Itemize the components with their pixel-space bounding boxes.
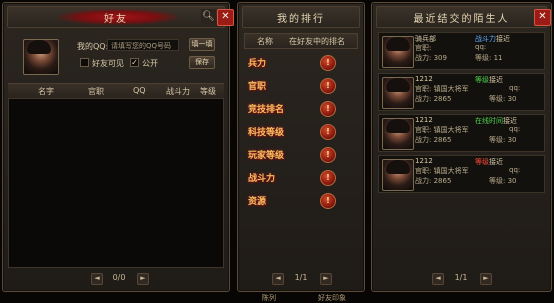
rank-label: 竞技排名 [248, 105, 285, 115]
column-qq[interactable]: QQ [133, 86, 146, 95]
stranger-level: 等级: 11 [475, 54, 503, 62]
stranger-qq: qq: [509, 166, 521, 174]
bottom-tab-right[interactable]: 好友印象 [318, 293, 346, 303]
prev-page-button[interactable]: ◄ [272, 273, 284, 285]
stranger-qq: qq: [475, 43, 487, 51]
stranger-name: 1212 [415, 157, 433, 165]
rank-row-official: 官职 ! [246, 76, 356, 96]
next-page-button[interactable]: ► [480, 273, 492, 285]
ranking-column-header: 名称 在好友中的排名 [244, 33, 358, 49]
ranking-titlebar: 我的排行 [242, 6, 360, 28]
stranger-level: 等级: 30 [489, 95, 517, 103]
stranger-avatar [382, 118, 414, 150]
friends-column-header: 名字 官职 QQ 战斗力 等级 [8, 83, 224, 99]
column-rank[interactable]: 官职 [88, 86, 104, 97]
ranking-pager: ◄ 1/1 ► [238, 273, 364, 285]
rank-info-icon[interactable]: ! [320, 193, 336, 209]
stranger-avatar [382, 36, 414, 68]
stranger-avatar [382, 159, 414, 191]
stranger-rank: 官职: 镇国大将军 [415, 85, 469, 93]
rank-info-icon[interactable]: ! [320, 124, 336, 140]
next-page-button[interactable]: ► [137, 273, 149, 285]
friends-title: 好友 [104, 14, 128, 25]
stranger-match-reason: 等级接近 [475, 158, 503, 166]
close-button[interactable]: ✕ [534, 9, 551, 26]
bottom-tab-left[interactable]: 陈列 [262, 293, 276, 303]
public-checkbox[interactable]: ✓ [130, 58, 139, 67]
search-icon[interactable]: 🔍︎ [201, 9, 216, 24]
rank-label: 兵力 [248, 59, 267, 69]
rank-row-arena: 竞技排名 ! [246, 99, 356, 119]
page-indicator: 1/1 [294, 273, 308, 282]
stranger-rank: 官职: [415, 44, 432, 52]
friends-list [8, 98, 224, 268]
save-button[interactable]: 保存 [189, 56, 215, 69]
stranger-card[interactable]: 骑兵部 战斗力接近 官职: qq: 战力: 309 等级: 11 [378, 32, 545, 70]
friends-visible-checkbox[interactable] [80, 58, 89, 67]
stranger-level: 等级: 30 [489, 136, 517, 144]
ranking-panel: 我的排行 名称 在好友中的排名 兵力 ! 官职 ! 竞技排名 ! 科技等级 ! … [237, 2, 365, 292]
rank-info-icon[interactable]: ! [320, 78, 336, 94]
stranger-name: 1212 [415, 116, 433, 124]
rank-label: 资源 [248, 197, 267, 207]
rank-row-player-level: 玩家等级 ! [246, 145, 356, 165]
friends-visible-label: 好友可见 [92, 59, 124, 68]
next-page-button[interactable]: ► [320, 273, 332, 285]
rank-info-icon[interactable]: ! [320, 170, 336, 186]
page-indicator: 1/1 [454, 273, 468, 282]
column-power[interactable]: 战斗力 [166, 86, 190, 97]
stranger-power: 战力: 2865 [415, 136, 452, 144]
stranger-card[interactable]: 1212 等级接近 官职: 镇国大将军 qq: 战力: 2865 等级: 30 [378, 73, 545, 111]
stranger-level: 等级: 30 [489, 177, 517, 185]
stranger-power: 战力: 309 [415, 54, 447, 62]
public-label: 公开 [142, 59, 158, 68]
fill-button[interactable]: 填一填 [189, 38, 215, 51]
stranger-card[interactable]: 1212 等级接近 官职: 镇国大将军 qq: 战力: 2865 等级: 30 [378, 155, 545, 193]
page-indicator: 0/0 [112, 273, 126, 282]
ranking-title: 我的排行 [277, 14, 325, 25]
rank-info-icon[interactable]: ! [320, 101, 336, 117]
stranger-rank: 官职: 镇国大将军 [415, 126, 469, 134]
qq-label: 我的QQ: [77, 42, 109, 51]
rank-row-troops: 兵力 ! [246, 53, 356, 73]
rank-label: 玩家等级 [248, 151, 285, 161]
stranger-qq: qq: [509, 84, 521, 92]
prev-page-button[interactable]: ◄ [432, 273, 444, 285]
stranger-match-reason: 等级接近 [475, 76, 503, 84]
rank-info-icon[interactable]: ! [320, 55, 336, 71]
strangers-title: 最近结交的陌生人 [413, 14, 510, 25]
column-friend-rank: 在好友中的排名 [289, 37, 345, 46]
strangers-pager: ◄ 1/1 ► [372, 273, 551, 285]
stranger-name: 1212 [415, 75, 433, 83]
friends-titlebar: 好友 🔍︎ ✕ [7, 6, 234, 28]
strangers-titlebar: 最近结交的陌生人 ✕ [376, 6, 551, 28]
column-level[interactable]: 等级 [200, 86, 216, 97]
my-avatar [23, 39, 59, 75]
stranger-card[interactable]: 1212 在线时间接近 官职: 镇国大将军 qq: 战力: 2865 等级: 3… [378, 114, 545, 152]
column-name[interactable]: 名字 [38, 86, 54, 97]
friends-panel: 好友 🔍︎ ✕ 我的QQ: 请填写您的QQ号码 填一填 好友可见 ✓ 公开 保存… [2, 2, 234, 292]
stranger-power: 战力: 2865 [415, 177, 452, 185]
rank-row-combat-power: 战斗力 ! [246, 168, 356, 188]
column-name: 名称 [257, 37, 273, 46]
friends-pager: ◄ 0/0 ► [3, 273, 229, 285]
stranger-avatar [382, 77, 414, 109]
prev-page-button[interactable]: ◄ [91, 273, 103, 285]
stranger-rank: 官职: 镇国大将军 [415, 167, 469, 175]
close-button[interactable]: ✕ [217, 9, 234, 26]
rank-info-icon[interactable]: ! [320, 147, 336, 163]
qq-input[interactable]: 请填写您的QQ号码 [107, 39, 179, 51]
rank-row-resources: 资源 ! [246, 191, 356, 211]
rank-row-tech: 科技等级 ! [246, 122, 356, 142]
stranger-qq: qq: [509, 125, 521, 133]
rank-label: 科技等级 [248, 128, 285, 138]
stranger-power: 战力: 2865 [415, 95, 452, 103]
rank-label: 官职 [248, 82, 267, 92]
rank-label: 战斗力 [248, 174, 276, 184]
strangers-panel: 最近结交的陌生人 ✕ 骑兵部 战斗力接近 官职: qq: 战力: 309 等级:… [371, 2, 552, 292]
